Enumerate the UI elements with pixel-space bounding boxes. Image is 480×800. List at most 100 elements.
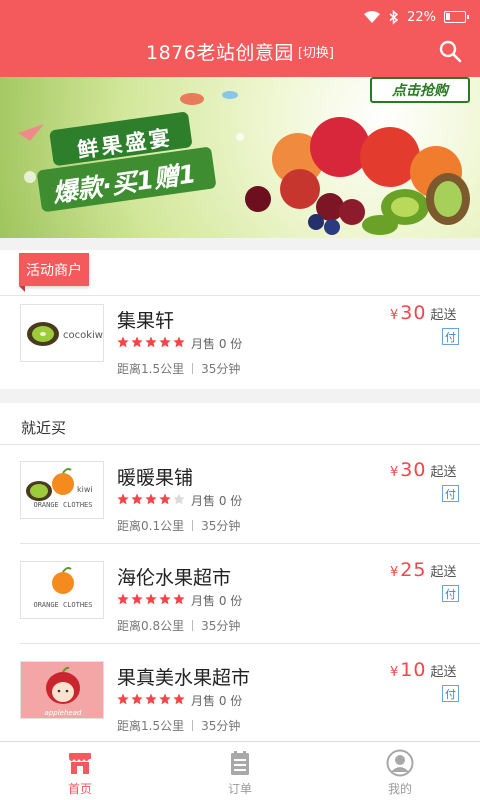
star-filled-icon xyxy=(117,593,129,605)
order-list-icon xyxy=(231,751,249,775)
star-filled-icon xyxy=(159,593,171,605)
monthly-sales: 月售 0 份 xyxy=(191,594,243,608)
store-name: 暖暖果铺 xyxy=(117,467,194,489)
store-row[interactable]: applehead 果真美水果超市 月售 0 份 距离1.5公里 35分钟 ¥ … xyxy=(0,653,480,751)
nearby-section: 就近买 kiwi ORANGE CLOTHES 暖暖果铺 月售 0 份 距离0.… xyxy=(0,403,480,741)
star-filled-icon xyxy=(173,593,185,605)
active-merchants-section: 活动商户 cocokiwi 集果轩 月售 0 份 距离1.5公里 35分钟 ¥ … xyxy=(0,250,480,389)
star-filled-icon xyxy=(173,336,185,348)
location-switcher[interactable]: 1876老站创意园 [切换] xyxy=(0,32,480,70)
store-name: 果真美水果超市 xyxy=(117,667,251,689)
star-filled-icon xyxy=(145,336,157,348)
price-label: 起送 xyxy=(430,565,457,580)
search-icon[interactable] xyxy=(438,39,462,63)
wifi-icon xyxy=(364,11,381,23)
price-value: 30 xyxy=(400,459,427,481)
page-title: 1876老站创意园 xyxy=(145,41,294,64)
store-meta: 距离0.1公里 35分钟 xyxy=(117,517,240,534)
battery-percentage: 22% xyxy=(407,9,436,25)
delivery-time: 35分钟 xyxy=(201,619,241,633)
star-filled-icon xyxy=(131,336,143,348)
bluetooth-icon xyxy=(389,9,399,25)
app-screen: 22% 1876老站创意园 [切换] 鲜果盛宴 爆款·买1赠1 点击抢购 活动商… xyxy=(0,0,480,800)
currency-symbol: ¥ xyxy=(390,665,399,680)
star-filled-icon xyxy=(131,593,143,605)
store-row[interactable]: kiwi ORANGE CLOTHES 暖暖果铺 月售 0 份 距离0.1公里 … xyxy=(0,453,480,551)
store-meta: 距离1.5公里 35分钟 xyxy=(117,717,240,734)
store-row[interactable]: cocokiwi 集果轩 月售 0 份 距离1.5公里 35分钟 ¥ 30 起送… xyxy=(0,296,480,394)
store-logo-text: cocokiwi xyxy=(63,330,104,341)
store-logo: applehead xyxy=(20,661,104,719)
monthly-sales: 月售 0 份 xyxy=(191,694,243,708)
divider xyxy=(0,444,480,445)
promo-banner[interactable]: 鲜果盛宴 爆款·买1赠1 点击抢购 xyxy=(0,77,480,238)
store-logo: ORANGE CLOTHES xyxy=(20,561,104,619)
meta-separator xyxy=(192,620,194,631)
price-value: 30 xyxy=(400,302,427,324)
nav-item-me[interactable]: 我的 xyxy=(320,742,480,800)
store-logo-text: ORANGE CLOTHES xyxy=(33,601,92,609)
price-value: 10 xyxy=(400,659,427,681)
store-distance: 距离1.5公里 xyxy=(117,719,185,733)
banner-cta-button[interactable]: 点击抢购 xyxy=(370,77,470,103)
min-order-price: ¥ 30 起送 xyxy=(390,459,456,481)
min-order-price: ¥ 30 起送 xyxy=(390,302,456,324)
rating-stars xyxy=(117,336,185,348)
store-row[interactable]: ORANGE CLOTHES 海伦水果超市 月售 0 份 距离0.8公里 35分… xyxy=(0,553,480,651)
store-distance: 距离0.1公里 xyxy=(117,519,185,533)
store-icon xyxy=(69,753,91,774)
price-label: 起送 xyxy=(430,665,457,680)
nav-label: 首页 xyxy=(67,782,92,796)
star-filled-icon xyxy=(145,493,157,505)
rating-stars xyxy=(117,693,185,705)
star-filled-icon xyxy=(117,336,129,348)
star-filled-icon xyxy=(117,493,129,505)
price-value: 25 xyxy=(400,559,427,581)
monthly-sales: 月售 0 份 xyxy=(191,494,243,508)
online-pay-badge: 付 xyxy=(442,485,459,502)
store-logo-text: ORANGE CLOTHES xyxy=(33,501,92,509)
battery-icon xyxy=(444,11,469,23)
currency-symbol: ¥ xyxy=(390,565,399,580)
online-pay-badge: 付 xyxy=(442,328,459,345)
star-filled-icon xyxy=(131,693,143,705)
star-filled-icon xyxy=(145,693,157,705)
status-bar: 22% xyxy=(363,8,469,26)
price-label: 起送 xyxy=(430,465,457,480)
rating-stars xyxy=(117,593,185,605)
monthly-sales: 月售 0 份 xyxy=(191,337,243,351)
store-name: 海伦水果超市 xyxy=(117,567,232,589)
store-logo-text: applehead xyxy=(45,709,82,717)
rating-stars xyxy=(117,493,185,505)
nav-item-orders[interactable]: 订单 xyxy=(160,742,320,800)
online-pay-badge: 付 xyxy=(442,685,459,702)
meta-separator xyxy=(192,363,194,374)
star-filled-icon xyxy=(159,693,171,705)
nav-item-home[interactable]: 首页 xyxy=(0,742,160,800)
star-filled-icon xyxy=(159,493,171,505)
meta-separator xyxy=(192,720,194,731)
delivery-time: 35分钟 xyxy=(201,719,241,733)
star-filled-icon xyxy=(159,336,171,348)
delivery-time: 35分钟 xyxy=(201,362,241,376)
online-pay-badge: 付 xyxy=(442,585,459,602)
min-order-price: ¥ 10 起送 xyxy=(390,659,456,681)
top-bar: 22% 1876老站创意园 [切换] xyxy=(0,0,480,77)
switch-location-link[interactable]: [切换] xyxy=(298,42,334,61)
svg-text:kiwi: kiwi xyxy=(77,485,93,494)
currency-symbol: ¥ xyxy=(390,465,399,480)
star-empty-icon xyxy=(173,493,185,505)
nav-label: 订单 xyxy=(227,782,252,796)
bottom-nav: 首页 订单 我的 xyxy=(0,741,480,800)
star-filled-icon xyxy=(131,493,143,505)
delivery-time: 35分钟 xyxy=(201,519,241,533)
divider xyxy=(20,643,480,644)
store-logo: kiwi ORANGE CLOTHES xyxy=(20,461,104,519)
store-logo: cocokiwi xyxy=(20,304,104,362)
store-meta: 距离0.8公里 35分钟 xyxy=(117,617,240,634)
star-filled-icon xyxy=(145,593,157,605)
nav-label: 我的 xyxy=(387,782,412,796)
divider xyxy=(20,543,480,544)
star-filled-icon xyxy=(117,693,129,705)
meta-separator xyxy=(192,520,194,531)
